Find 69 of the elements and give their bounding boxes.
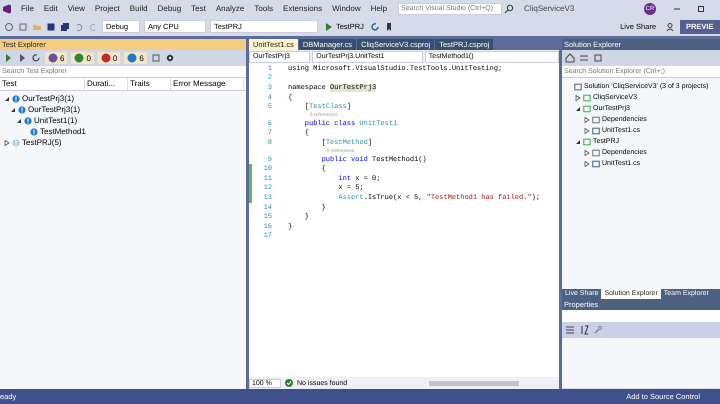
playlist-icon[interactable]	[150, 53, 161, 63]
menu-item[interactable]: Window	[327, 4, 366, 13]
settings-icon[interactable]	[164, 53, 175, 63]
status-icon	[74, 53, 84, 63]
status-icon	[127, 53, 138, 63]
undo-icon[interactable]	[74, 22, 84, 32]
status-icon	[100, 53, 111, 63]
collapse-arrow-icon[interactable]	[16, 118, 22, 124]
expand-arrow-icon[interactable]	[584, 150, 590, 156]
menu-item[interactable]: Extensions	[278, 4, 328, 13]
dependencies-icon	[592, 116, 600, 124]
expand-arrow-icon[interactable]	[4, 140, 10, 146]
test-count-badge[interactable]: 0	[98, 52, 120, 64]
restore-icon[interactable]	[696, 4, 706, 14]
test-tree-item[interactable]: OurTestPrj3(1)	[28, 105, 80, 114]
menu-item[interactable]: Project	[90, 4, 125, 13]
horizontal-scrollbar[interactable]	[429, 380, 519, 386]
app-logo-icon	[2, 4, 12, 14]
test-count-badge[interactable]: 6	[124, 52, 147, 64]
refresh-icon[interactable]	[370, 22, 380, 32]
test-count-badge[interactable]: 6	[45, 52, 68, 64]
person-icon[interactable]	[666, 22, 676, 32]
expand-arrow-icon[interactable]	[584, 160, 590, 166]
test-tree-item[interactable]: TestMethod1	[40, 127, 86, 136]
solution-icon	[574, 82, 582, 90]
test-tree-item[interactable]: TestPRJ(5)	[22, 138, 62, 147]
collapse-arrow-icon[interactable]	[4, 96, 10, 102]
status-icon	[48, 53, 58, 63]
test-count-badge[interactable]: 0	[71, 52, 94, 64]
column-header[interactable]: Durati...	[85, 78, 128, 90]
menu-item[interactable]: Edit	[38, 4, 63, 13]
column-header[interactable]: Traits	[128, 78, 171, 90]
repeat-icon[interactable]	[31, 53, 41, 63]
categorized-icon[interactable]	[565, 325, 575, 335]
project-icon	[583, 138, 591, 146]
menu-item[interactable]: Debug	[152, 4, 186, 13]
play-icon[interactable]	[17, 53, 27, 63]
expand-arrow-icon[interactable]	[575, 94, 581, 100]
search-icon[interactable]	[504, 4, 514, 14]
sort-icon[interactable]	[579, 325, 589, 335]
dependencies-icon	[592, 148, 600, 156]
expand-arrow-icon[interactable]	[584, 116, 590, 122]
test-tree-item[interactable]: OurTestPrj3(1)	[22, 94, 74, 103]
column-header[interactable]: Error Message	[171, 78, 244, 90]
save-icon[interactable]	[46, 22, 56, 32]
file-icon	[592, 160, 600, 168]
run-all-icon[interactable]	[3, 53, 13, 63]
menu-item[interactable]: Analyze	[210, 4, 250, 13]
menu-item[interactable]: File	[16, 4, 39, 13]
new-project-icon[interactable]	[18, 22, 28, 32]
collapse-arrow-icon[interactable]	[10, 106, 16, 112]
collapse-arrow-icon[interactable]	[575, 138, 581, 144]
column-header[interactable]: Test	[0, 78, 85, 90]
menu-item[interactable]: View	[62, 4, 90, 13]
check-circle-icon	[284, 378, 294, 388]
collapse-arrow-icon[interactable]	[575, 106, 581, 112]
back-icon[interactable]	[4, 22, 14, 32]
menu-item[interactable]: Tools	[249, 4, 278, 13]
collapse-all-icon[interactable]	[593, 53, 603, 63]
window-title: CliqServiceV3	[524, 4, 574, 13]
menu-item[interactable]: Build	[124, 4, 153, 13]
expand-arrow-icon[interactable]	[584, 128, 590, 134]
test-tree-item[interactable]: UnitTest1(1)	[34, 116, 78, 125]
menu-item[interactable]: Test	[186, 4, 211, 13]
file-icon	[592, 126, 600, 134]
home-icon[interactable]	[565, 53, 575, 63]
play-icon	[324, 22, 334, 32]
menu-item[interactable]: Help	[366, 4, 392, 13]
save-all-icon[interactable]	[60, 22, 70, 32]
